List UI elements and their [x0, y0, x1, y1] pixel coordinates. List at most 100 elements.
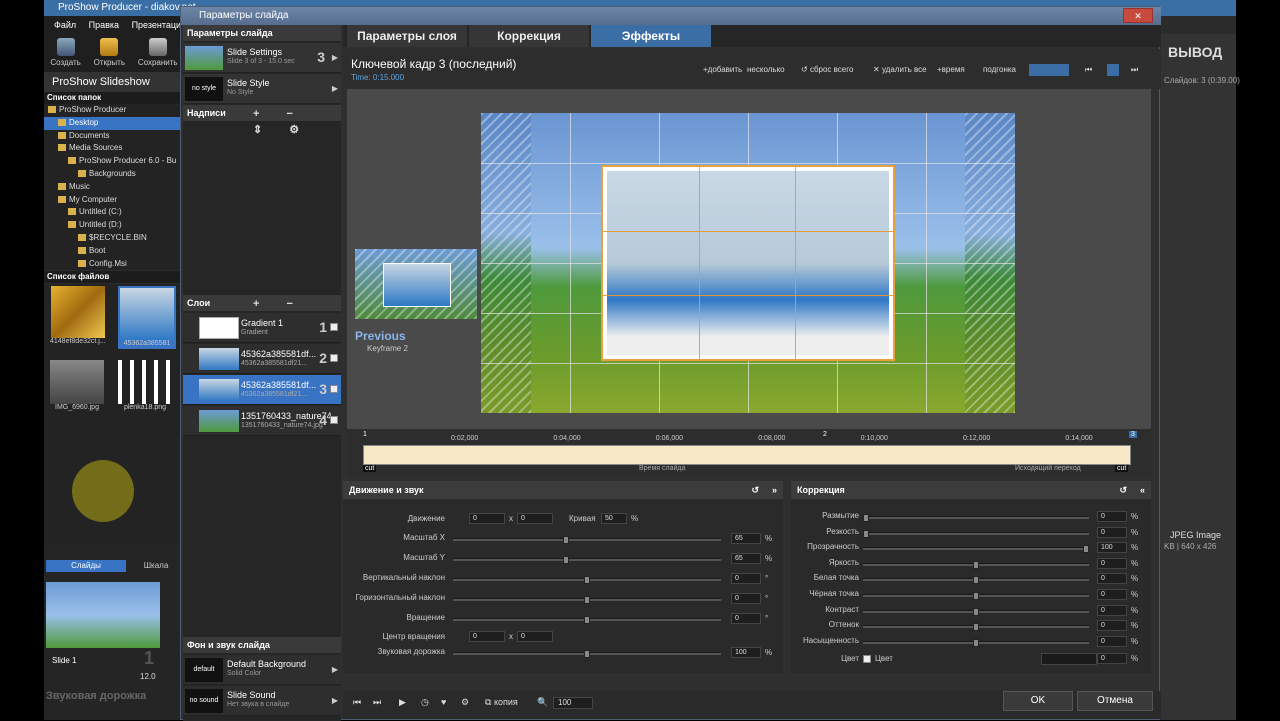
slider-knob[interactable]	[584, 650, 590, 658]
ok-button[interactable]: OK	[1003, 691, 1073, 711]
menu-edit[interactable]: Правка	[89, 20, 119, 30]
keyframe-marker-3[interactable]: 3	[1129, 431, 1137, 438]
file-thumb[interactable]: 4148ef8de32ct.j...	[50, 286, 106, 345]
layer-visible-checkbox[interactable]	[330, 385, 338, 393]
slider-knob[interactable]	[563, 556, 569, 564]
tab-layer-settings[interactable]: Параметры слоя	[347, 25, 467, 47]
param-value[interactable]: 0	[731, 593, 761, 604]
file-thumb[interactable]: plenka18.png	[118, 360, 172, 411]
folder-item[interactable]: Boot	[44, 245, 184, 258]
center-x-input[interactable]: 0	[469, 631, 505, 642]
folder-item[interactable]: Media Sources	[44, 142, 184, 155]
layer-row[interactable]: Gradient 1 Gradient 1	[183, 313, 341, 343]
folder-item[interactable]: ProShow Producer	[44, 104, 184, 117]
menu-presentation[interactable]: Презентация	[132, 20, 186, 30]
close-button[interactable]: ✕	[1123, 8, 1153, 23]
slider-knob[interactable]	[973, 560, 979, 569]
param-slider[interactable]	[453, 596, 721, 604]
folder-item[interactable]: Untitled (D:)	[44, 219, 184, 232]
keyframe-timeline[interactable]: 0:02,000 0:04,000 0:06,000 0:08,000 0:10,000…	[347, 429, 1151, 477]
captions-buttons[interactable]: + − ⇕ ⚙	[253, 106, 341, 138]
folder-item[interactable]: Desktop	[44, 116, 184, 130]
create-button[interactable]: Создать	[50, 38, 81, 72]
zoom-icon[interactable]: 🔍	[537, 697, 548, 708]
folder-item[interactable]: My Computer	[44, 194, 184, 207]
keyframe-marker-icon[interactable]	[1107, 64, 1119, 76]
slider-knob[interactable]	[1083, 545, 1089, 554]
slider-knob[interactable]	[563, 536, 569, 544]
menu-file[interactable]: Файл	[54, 20, 76, 30]
output-title[interactable]: ВЫВОД	[1168, 44, 1222, 60]
view-toggle[interactable]	[1029, 64, 1069, 76]
reset-all-button[interactable]: ↺ сброс всего	[801, 65, 853, 74]
param-slider[interactable]	[863, 514, 1089, 522]
slide-thumbnail[interactable]	[46, 582, 160, 648]
param-value[interactable]: 65	[731, 553, 761, 564]
add-keyframe-button[interactable]: +добавить	[703, 65, 742, 74]
collapse-icon[interactable]: «	[1140, 481, 1145, 499]
reset-icon[interactable]: ↺	[751, 481, 759, 499]
tab-effects[interactable]: Эффекты	[591, 25, 711, 47]
tab-timeline[interactable]: Шкала	[128, 560, 184, 572]
curve-input[interactable]: 50	[601, 513, 627, 524]
layer-row[interactable]: 45362a385581df... 45362a385581df21... 2	[183, 344, 341, 374]
folder-item[interactable]: Config.Msi	[44, 258, 184, 270]
param-slider[interactable]	[453, 650, 721, 658]
param-slider[interactable]	[863, 576, 1089, 585]
param-value[interactable]: 0	[1097, 511, 1127, 522]
clock-icon[interactable]: ◷	[421, 697, 429, 708]
param-value[interactable]: 0	[1097, 589, 1127, 600]
layer-row[interactable]: 45362a385581df... 45362a385581df21... 3	[183, 375, 341, 405]
slider-knob[interactable]	[973, 607, 979, 616]
color-value[interactable]: 0	[1097, 653, 1127, 664]
reset-icon[interactable]: ↺	[1119, 481, 1127, 499]
param-slider[interactable]	[863, 592, 1089, 600]
folder-item[interactable]: $RECYCLE.BIN	[44, 232, 184, 245]
background-row[interactable]: default Default Background Solid Color ▶	[183, 655, 341, 685]
collapse-icon[interactable]: »	[772, 481, 777, 499]
param-value[interactable]: 100	[731, 647, 761, 658]
param-slider[interactable]	[453, 616, 721, 624]
folder-item[interactable]: ProShow Producer 6.0 - Bu	[44, 155, 184, 168]
previous-keyframe-thumb[interactable]	[355, 249, 477, 319]
slider-knob[interactable]	[863, 514, 869, 522]
param-slider[interactable]	[453, 556, 721, 564]
layer-visible-checkbox[interactable]	[330, 323, 338, 331]
file-thumb[interactable]: IMG_6960.jpg	[50, 360, 104, 411]
slide-sound-row[interactable]: no sound Slide Sound Нет звука в слайде …	[183, 686, 341, 716]
param-value[interactable]: 65	[731, 533, 761, 544]
prev-keyframe-icon[interactable]: ⏮	[1085, 65, 1092, 75]
param-value[interactable]: 0	[1097, 526, 1127, 538]
param-value[interactable]: 100	[1097, 542, 1127, 554]
param-value[interactable]: 0	[1097, 620, 1127, 632]
param-value[interactable]: 0	[731, 613, 761, 624]
slider-knob[interactable]	[973, 623, 979, 632]
param-slider[interactable]	[863, 623, 1089, 632]
add-time-button[interactable]: +время	[937, 65, 965, 74]
layer-row[interactable]: 1351760433_nature74 1351760433_nature74.j…	[183, 406, 341, 436]
folder-item[interactable]: Backgrounds	[44, 168, 184, 181]
param-slider[interactable]	[863, 560, 1089, 569]
preview-stage[interactable]	[481, 113, 1015, 413]
layer-visible-checkbox[interactable]	[330, 416, 338, 424]
folder-item[interactable]: Music	[44, 181, 184, 194]
slider-knob[interactable]	[973, 576, 979, 585]
param-slider[interactable]	[863, 529, 1089, 538]
cancel-button[interactable]: Отмена	[1077, 691, 1153, 711]
gear-icon[interactable]: ⚙	[461, 697, 469, 708]
param-slider[interactable]	[453, 576, 721, 584]
param-value[interactable]: 0	[1097, 573, 1127, 585]
copy-button[interactable]: ⧉ копия	[485, 697, 518, 708]
multiple-button[interactable]: несколько	[747, 65, 785, 74]
slider-knob[interactable]	[584, 576, 590, 584]
slider-knob[interactable]	[973, 638, 979, 647]
param-slider[interactable]	[863, 638, 1089, 647]
param-value[interactable]: 0	[1097, 557, 1127, 569]
layer-visible-checkbox[interactable]	[330, 354, 338, 362]
slider-knob[interactable]	[863, 529, 869, 538]
save-button[interactable]: Сохранить	[138, 38, 178, 72]
delete-all-button[interactable]: ✕ удалить все	[873, 65, 927, 74]
marker-icon[interactable]: ♥	[441, 697, 446, 707]
folder-item[interactable]: Untitled (C:)	[44, 206, 184, 219]
color-checkbox[interactable]	[863, 655, 871, 663]
